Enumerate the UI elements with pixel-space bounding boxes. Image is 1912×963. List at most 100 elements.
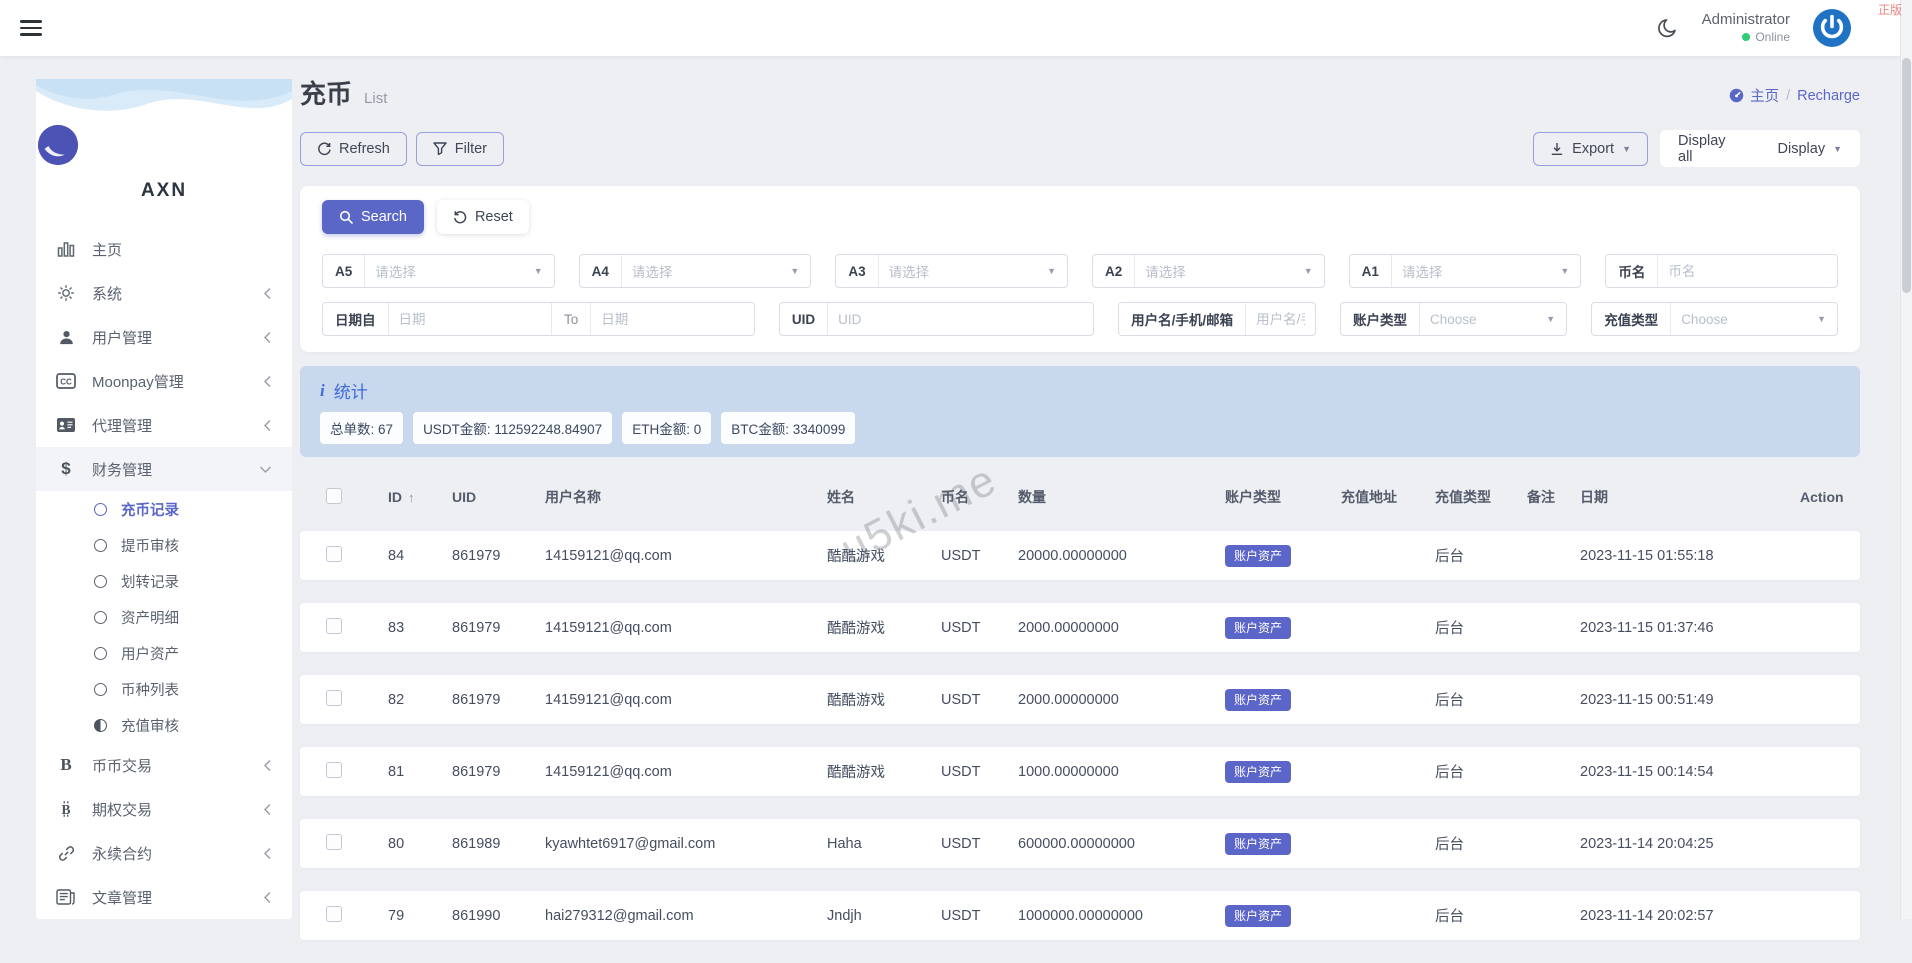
cell-id: 80 bbox=[376, 836, 440, 852]
main-content: 充币 List 主页 / Recharge Refresh Filter Exp… bbox=[300, 79, 1860, 963]
chevron-down-icon: ▼ bbox=[790, 266, 799, 276]
header-recharge-type: 充值类型 bbox=[1423, 487, 1515, 507]
page-scrollbar[interactable] bbox=[1900, 0, 1912, 919]
scrollbar-thumb[interactable] bbox=[1902, 58, 1911, 293]
reset-button[interactable]: Reset bbox=[437, 200, 529, 234]
cell-name: Haha bbox=[815, 836, 929, 852]
dark-mode-toggle[interactable] bbox=[1654, 15, 1680, 41]
filter-select-a1[interactable]: A1 请选择 ▼ bbox=[1349, 254, 1582, 288]
header-address: 充值地址 bbox=[1329, 487, 1423, 507]
row-checkbox[interactable] bbox=[326, 906, 342, 922]
sidebar-subitem-recharge-records[interactable]: 充币记录 bbox=[36, 491, 292, 527]
sidebar-item-articles[interactable]: 文章管理 bbox=[36, 875, 292, 919]
sidebar-item-options-trading[interactable]: B 期权交易 bbox=[36, 787, 292, 831]
date-from-input[interactable] bbox=[389, 312, 552, 327]
date-to-input[interactable] bbox=[591, 312, 754, 327]
header-username: 用户名称 bbox=[533, 487, 815, 507]
table-row: 84 861979 14159121@qq.com 酷酷游戏 USDT 2000… bbox=[300, 531, 1860, 580]
header-id[interactable]: ID↑ bbox=[376, 489, 440, 505]
breadcrumb-home-link[interactable]: 主页 bbox=[1729, 85, 1779, 106]
circle-icon bbox=[94, 503, 107, 516]
row-checkbox[interactable] bbox=[326, 618, 342, 634]
cell-coin: USDT bbox=[929, 836, 1006, 852]
cell-recharge-type: 后台 bbox=[1423, 545, 1515, 566]
sidebar-subitem-user-assets[interactable]: 用户资产 bbox=[36, 635, 292, 671]
axn-logo-icon bbox=[36, 123, 80, 167]
row-checkbox[interactable] bbox=[326, 690, 342, 706]
search-button[interactable]: Search bbox=[322, 200, 424, 234]
cell-uid: 861989 bbox=[440, 836, 533, 852]
sort-asc-icon: ↑ bbox=[408, 490, 415, 505]
sidebar-subitem-recharge-review[interactable]: 充值审核 bbox=[36, 707, 292, 743]
cell-name: 酷酷游戏 bbox=[815, 545, 929, 566]
cell-amount: 2000.00000000 bbox=[1006, 692, 1213, 708]
cell-recharge-type: 后台 bbox=[1423, 617, 1515, 638]
row-checkbox[interactable] bbox=[326, 834, 342, 850]
stat-btc-amount: BTC金额: 3340099 bbox=[721, 412, 855, 444]
avatar-power-icon[interactable] bbox=[1812, 8, 1852, 48]
sidebar-subitem-transfer-records[interactable]: 划转记录 bbox=[36, 563, 292, 599]
display-all-button[interactable]: Display all bbox=[1660, 133, 1760, 165]
sidebar-item-home[interactable]: 主页 bbox=[36, 227, 292, 271]
circle-icon bbox=[94, 539, 107, 552]
breadcrumb-current: Recharge bbox=[1797, 88, 1860, 104]
filter-select-a2[interactable]: A2 请选择 ▼ bbox=[1092, 254, 1325, 288]
sidebar-subitem-coin-list[interactable]: 币种列表 bbox=[36, 671, 292, 707]
cell-coin: USDT bbox=[929, 908, 1006, 924]
filter-select-a4[interactable]: A4 请选择 ▼ bbox=[579, 254, 812, 288]
header-note: 备注 bbox=[1515, 487, 1568, 507]
display-dropdown[interactable]: Display▼ bbox=[1760, 141, 1860, 157]
cell-username: kyawhtet6917@gmail.com bbox=[533, 836, 815, 852]
page-title: 充币 bbox=[300, 79, 352, 110]
sidebar-item-finance[interactable]: $ 财务管理 bbox=[36, 447, 292, 491]
cell-name: 酷酷游戏 bbox=[815, 761, 929, 782]
cell-amount: 1000000.00000000 bbox=[1006, 908, 1213, 924]
user-info: Administrator Online bbox=[1702, 11, 1790, 45]
cell-recharge-type: 后台 bbox=[1423, 905, 1515, 926]
username-input[interactable] bbox=[1246, 312, 1315, 327]
sidebar-subitem-asset-detail[interactable]: 资产明细 bbox=[36, 599, 292, 635]
cell-date: 2023-11-14 20:02:57 bbox=[1568, 908, 1788, 924]
row-checkbox[interactable] bbox=[326, 762, 342, 778]
cell-coin: USDT bbox=[929, 620, 1006, 636]
hamburger-menu-icon[interactable] bbox=[20, 16, 42, 40]
account-type-badge: 账户资产 bbox=[1225, 545, 1291, 567]
sidebar-item-spot-trading[interactable]: B 币币交易 bbox=[36, 743, 292, 787]
table-header: ID↑ UID 用户名称 姓名 币名 数量 账户类型 充值地址 充值类型 备注 … bbox=[300, 477, 1860, 517]
cell-recharge-type: 后台 bbox=[1423, 761, 1515, 782]
sidebar-item-perpetual-contracts[interactable]: 永续合约 bbox=[36, 831, 292, 875]
cell-recharge-type: 后台 bbox=[1423, 689, 1515, 710]
filter-coin-name: 币名 bbox=[1605, 254, 1838, 288]
cell-date: 2023-11-15 01:37:46 bbox=[1568, 620, 1788, 636]
chevron-left-icon bbox=[263, 375, 272, 388]
export-button[interactable]: Export ▼ bbox=[1533, 132, 1648, 166]
cell-id: 82 bbox=[376, 692, 440, 708]
chevron-left-icon bbox=[263, 803, 272, 816]
row-checkbox[interactable] bbox=[326, 546, 342, 562]
cell-coin: USDT bbox=[929, 764, 1006, 780]
refresh-icon bbox=[317, 142, 331, 156]
online-status: Online bbox=[1702, 30, 1790, 45]
user-icon bbox=[56, 327, 76, 347]
cell-date: 2023-11-15 01:55:18 bbox=[1568, 548, 1788, 564]
cell-uid: 861979 bbox=[440, 764, 533, 780]
table-row: 81 861979 14159121@qq.com 酷酷游戏 USDT 1000… bbox=[300, 747, 1860, 796]
account-type-badge: 账户资产 bbox=[1225, 689, 1291, 711]
filter-select-a5[interactable]: A5 请选择 ▼ bbox=[322, 254, 555, 288]
sidebar-item-moonpay[interactable]: CC Moonpay管理 bbox=[36, 359, 292, 403]
sidebar-item-agents[interactable]: 代理管理 bbox=[36, 403, 292, 447]
filter-select-a3[interactable]: A3 请选择 ▼ bbox=[835, 254, 1068, 288]
filter-account-type[interactable]: 账户类型 Choose ▼ bbox=[1340, 302, 1567, 336]
corner-watermark-text: 正版 bbox=[1878, 1, 1902, 18]
uid-input[interactable] bbox=[828, 312, 1093, 327]
sidebar-item-system[interactable]: 系统 bbox=[36, 271, 292, 315]
filter-button[interactable]: Filter bbox=[416, 132, 504, 166]
undo-icon bbox=[453, 210, 467, 224]
coin-name-input[interactable] bbox=[1658, 264, 1837, 279]
sidebar-item-users[interactable]: 用户管理 bbox=[36, 315, 292, 359]
cell-uid: 861979 bbox=[440, 620, 533, 636]
select-all-checkbox[interactable] bbox=[326, 488, 342, 504]
sidebar-subitem-withdraw-review[interactable]: 提币审核 bbox=[36, 527, 292, 563]
refresh-button[interactable]: Refresh bbox=[300, 132, 407, 166]
filter-recharge-type[interactable]: 充值类型 Choose ▼ bbox=[1591, 302, 1838, 336]
